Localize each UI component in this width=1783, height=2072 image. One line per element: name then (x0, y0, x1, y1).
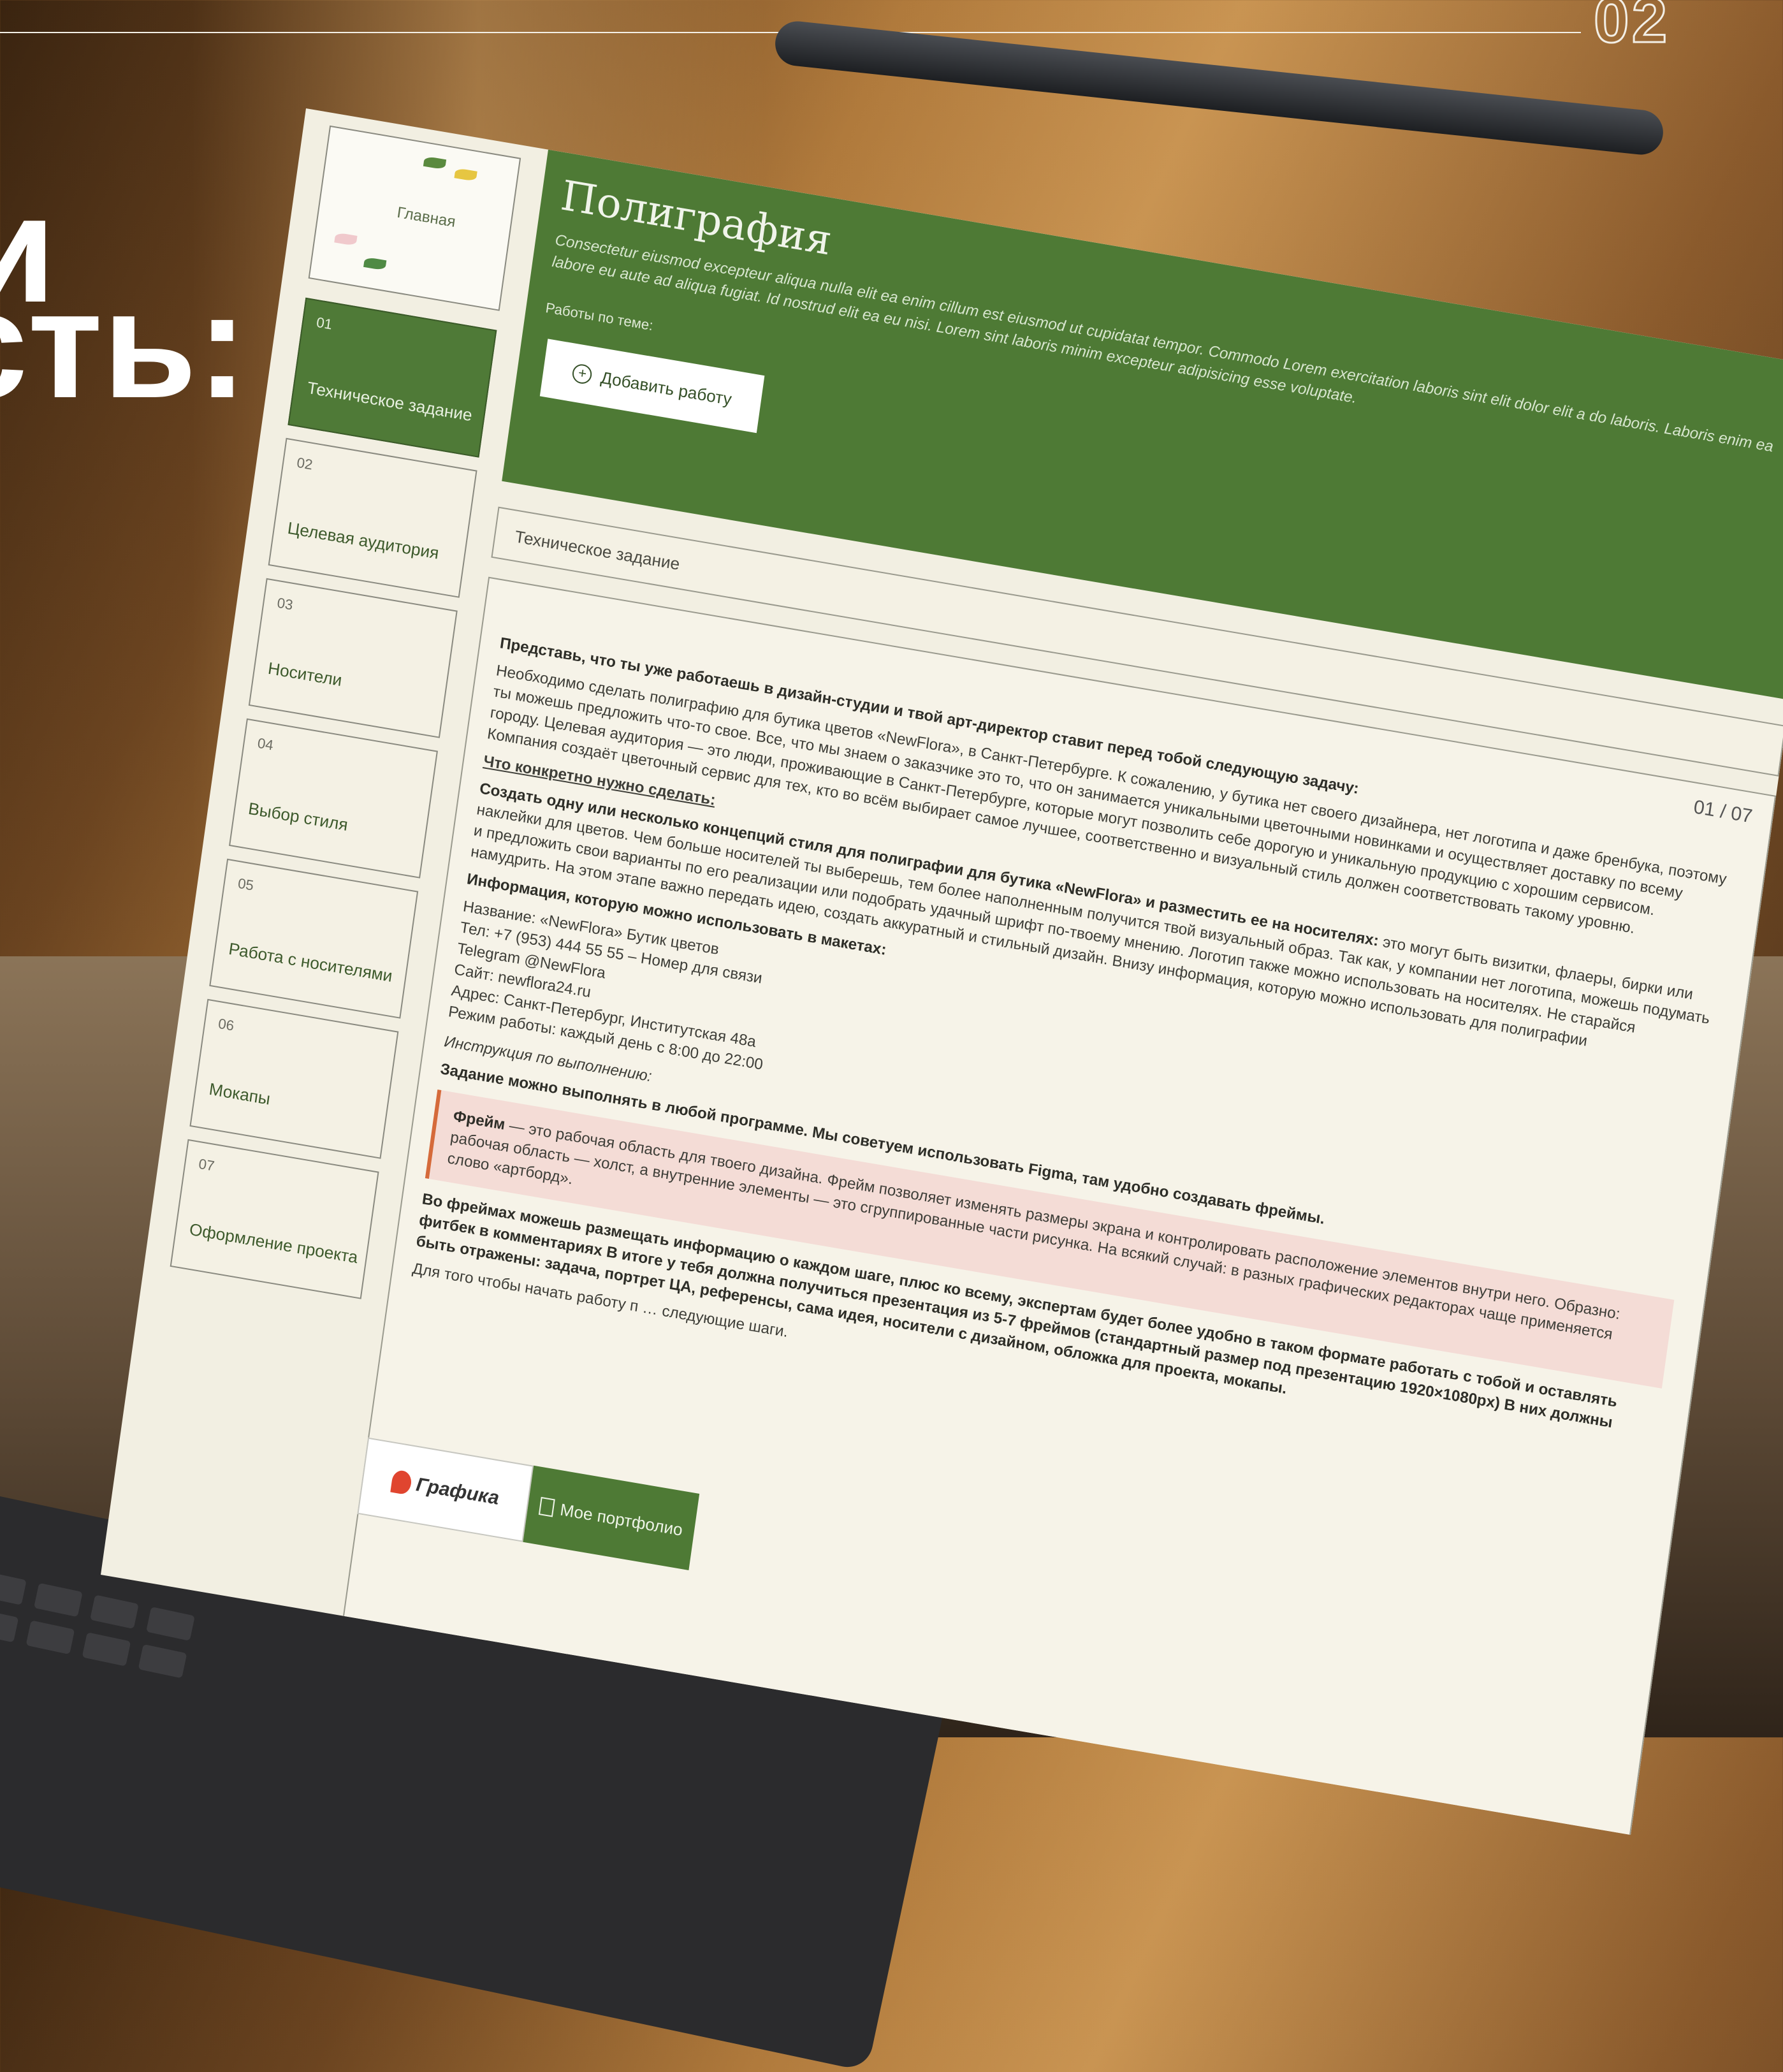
sidebar-item-number: 03 (276, 594, 295, 613)
leaf-decoration-icon (363, 256, 387, 271)
step-counter: 01 / 07 (1692, 796, 1754, 828)
sidebar-item-label: Мокапы (208, 1079, 272, 1109)
sidebar-item-carriers[interactable]: 03 Носители (248, 578, 458, 738)
task-text: Представь, что ты уже работаешь в дизайн… (410, 632, 1738, 1496)
app-screen: Главная 01 Техническое задание 02 Целева… (101, 108, 1783, 1835)
sidebar-item-number: 01 (315, 314, 333, 333)
section-title: Техническое задание (513, 527, 681, 574)
task-content: 01 / 07 Представь, что ты уже работаешь … (337, 576, 1777, 1835)
sidebar-item-label: Целевая аудитория (286, 518, 440, 563)
add-work-label: Добавить работу (599, 367, 733, 409)
sidebar-item-mockups[interactable]: 06 Мокапы (189, 998, 399, 1159)
works-subtitle: Работы по теме: (544, 299, 655, 334)
sidebar-item-number: 02 (296, 454, 314, 473)
document-icon (538, 1496, 555, 1517)
leaf-decoration-icon (423, 156, 447, 170)
sidebar-item-label: Носители (266, 658, 344, 690)
tablet: Главная 01 Техническое задание 02 Целева… (0, 0, 1783, 1835)
sidebar-item-target-audience[interactable]: 02 Целевая аудитория (268, 437, 477, 598)
plus-circle-icon: + (571, 363, 593, 386)
sidebar-item-label: Техническое задание (306, 377, 474, 425)
sidebar-item-label: Главная (396, 203, 457, 231)
brand-mark-icon (390, 1469, 413, 1496)
sidebar-item-label: Оформление проекта (188, 1219, 360, 1267)
sidebar-item-number: 05 (237, 875, 255, 894)
sidebar-item-project-design[interactable]: 07 Оформление проекта (170, 1139, 379, 1299)
sidebar-item-number: 04 (256, 734, 275, 754)
sidebar-item-number: 06 (217, 1015, 235, 1034)
hero-description: Consectetur eiusmod excepteur aliqua nul… (551, 231, 1775, 456)
portfolio-label: Мое портфолио (558, 1499, 684, 1540)
brand-logo-text: Графика (414, 1473, 501, 1509)
sidebar-item-label: Работа с носителями (227, 938, 394, 986)
sidebar-item-style-choice[interactable]: 04 Выбор стиля (229, 718, 438, 879)
sidebar-item-carrier-work[interactable]: 05 Работа с носителями (209, 858, 419, 1019)
sidebar-item-number: 07 (198, 1155, 216, 1174)
add-work-button[interactable]: + Добавить работу (539, 339, 765, 434)
sidebar-item-technical-task[interactable]: 01 Техническое задание (287, 297, 497, 458)
sidebar-item-label: Выбор стиля (247, 798, 349, 835)
tablet-screen: Главная 01 Техническое задание 02 Целева… (101, 108, 1783, 1835)
sidebar-item-home[interactable]: Главная (308, 125, 521, 311)
leaf-decoration-icon (454, 168, 477, 182)
flower-decoration-icon (334, 232, 358, 247)
